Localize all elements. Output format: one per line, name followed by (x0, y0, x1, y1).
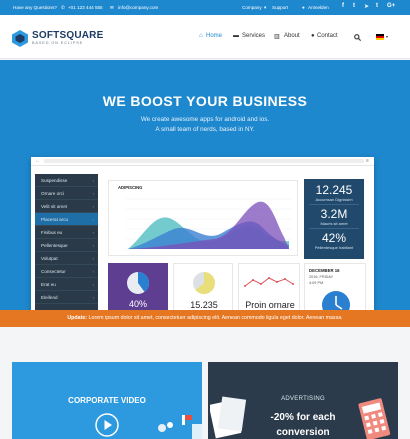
brand-name[interactable]: SOFTSQUARE (32, 30, 103, 41)
update-banner: Update: Lorem ipsum dolor sit amet, cons… (0, 310, 410, 327)
topbar-login[interactable]: Anmelden (308, 5, 329, 10)
bar-chart-icon: ▥ (274, 34, 280, 40)
banner-label: Update: (67, 315, 88, 321)
sidebar-item: Velit sit amet › (35, 200, 98, 213)
sidebar-item: Suspendisse › (35, 174, 98, 187)
topbar-company[interactable]: Company (242, 5, 262, 10)
calculator-icon (358, 398, 391, 439)
pie-card-purple: 40% (108, 263, 168, 310)
dashboard-mockup: ← ≡ Suspendisse › Ornare orci › Velit sit … (31, 157, 374, 310)
tumblr-icon[interactable]: t (376, 3, 378, 9)
pie-chart (193, 272, 215, 294)
user-icon: ● (302, 5, 305, 10)
nav-home[interactable]: Home (206, 33, 222, 39)
googleplus-icon[interactable]: G+ (387, 3, 395, 9)
sidebar-item: Finibus eu › (35, 226, 98, 239)
menu-icon: ≡ (366, 158, 369, 164)
topbar-support[interactable]: Support (272, 5, 288, 10)
site-header: SOFTSQUARE BASED ON ECLIPSE ⌂ Home ▬ Ser… (0, 15, 410, 59)
address-bar (44, 159, 364, 163)
hero-line-1: We create awesome apps for android and i… (140, 116, 270, 123)
pie-value: 15.235 (190, 300, 218, 310)
topbar-phone[interactable]: +01 123 444 555 (68, 5, 103, 10)
sidebar-item: Ornare orci › (35, 187, 98, 200)
back-arrow-icon: ← (35, 158, 40, 164)
hero-section: WE BOOST YOUR BUSINESS We create awesome… (0, 60, 410, 310)
stat-value: 12.245 (315, 183, 353, 197)
calendar-time: 4:09 PM (309, 281, 324, 285)
logo-icon (12, 30, 28, 47)
promo-video[interactable]: CORPORATE VIDEO (12, 362, 202, 439)
clock-icon (322, 291, 350, 310)
nav-services[interactable]: Services (242, 33, 265, 39)
pie-card-yellow: 15.235 (173, 263, 233, 310)
sidebar-item: Eleifend › (35, 291, 98, 304)
chevron-down-icon: ▾ (386, 34, 389, 39)
user-icon: ● (311, 33, 315, 39)
home-icon: ⌂ (199, 33, 203, 39)
search-icon[interactable] (354, 34, 361, 41)
stat-value: 3.2M (320, 207, 348, 221)
area-chart (126, 198, 292, 250)
browser-toolbar: ← ≡ (31, 157, 374, 166)
chart-title: ADIPISCING (118, 185, 143, 190)
stats-card: 12.245 Accumsan Dignissim 3.2M Mauris si… (304, 179, 364, 259)
hero-title: WE BOOST YOUR BUSINESS (102, 93, 308, 109)
sidebar-item: Erat eu › (35, 278, 98, 291)
hero-line-2: A small team of nerds, based in NY. (155, 126, 255, 133)
sidebar-item: Pellentesque › (35, 239, 98, 252)
sidebar-item: Volutpat › (35, 252, 98, 265)
topbar-question: Have any Questions? (13, 5, 57, 10)
topbar-email[interactable]: info@company.com (118, 5, 158, 10)
line-chart (244, 277, 294, 287)
promo-video-title: CORPORATE VIDEO (68, 396, 146, 405)
divider (309, 228, 359, 229)
phone-icon: ✆ (61, 5, 65, 10)
car-icon: ▬ (233, 33, 239, 39)
divider (309, 204, 359, 205)
nav-contact[interactable]: Contact (317, 33, 338, 39)
stat-label: Accumsan Dignissim (315, 197, 353, 202)
stat-value: 42% (321, 231, 347, 245)
top-bar: Have any Questions? ✆ +01 123 444 555 ✉ … (0, 0, 410, 15)
sidebar-item: Consectetur › (35, 265, 98, 278)
sidebar-item-active: Placerat arcu › (35, 213, 98, 226)
flag-de-icon[interactable] (376, 34, 384, 40)
twitter-icon[interactable]: t (353, 3, 355, 9)
chevron-down-icon: ▾ (264, 5, 267, 10)
nav-about[interactable]: About (284, 33, 300, 39)
decorative-graphic (158, 415, 202, 439)
stat-label: Pellentesque habitant (314, 245, 354, 250)
pie-chart (127, 271, 150, 294)
calendar-card: DECEMBER 16 2016, FRIDAY 4:09 PM (304, 263, 366, 310)
dashboard-sidebar: Suspendisse › Ornare orci › Velit sit amet… (35, 174, 98, 310)
line-chart-card: Proin ornare (238, 263, 300, 310)
calendar-day: 2016, FRIDAY (309, 275, 334, 279)
mail-icon: ✉ (110, 5, 114, 10)
line-chart-label: Proin ornare (245, 300, 295, 310)
brand-tagline: BASED ON ECLIPSE (32, 41, 84, 45)
promo-advertising[interactable]: ADVERTISING -20% for each conversion (208, 362, 398, 439)
facebook-icon[interactable]: f (342, 3, 344, 9)
stat-label: Mauris sit amet (320, 221, 348, 226)
banner-text: Lorem ipsum dolor sit amet, consectetuer… (88, 315, 343, 321)
play-icon[interactable] (95, 413, 119, 437)
calendar-date: DECEMBER 16 (309, 268, 340, 273)
pie-percent: 40% (128, 299, 147, 309)
paper-plane-icon[interactable]: ➤ (364, 3, 369, 10)
area-chart-card: ADIPISCING (108, 180, 298, 256)
